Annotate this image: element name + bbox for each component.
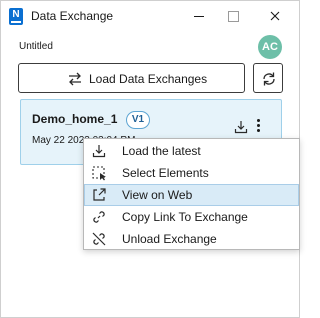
menu-item-view-on-web[interactable]: View on Web — [84, 184, 299, 206]
select-elements-icon — [92, 166, 106, 181]
menu-item-label: Load the latest — [122, 144, 201, 158]
menu-item-copy-link[interactable]: Copy Link To Exchange — [84, 206, 299, 228]
app-icon: N — [9, 8, 23, 25]
menu-item-label: Unload Exchange — [122, 232, 217, 246]
maximize-button[interactable] — [221, 6, 245, 26]
link-icon — [93, 211, 105, 223]
title-bar: N Data Exchange — [1, 1, 299, 31]
menu-item-select-elements[interactable]: Select Elements — [84, 162, 299, 184]
menu-item-label: Select Elements — [122, 166, 209, 180]
menu-item-label: View on Web — [122, 188, 193, 202]
exchange-name: Demo_home_1 — [32, 112, 118, 126]
menu-item-label: Copy Link To Exchange — [122, 210, 248, 224]
unlink-icon — [92, 232, 106, 246]
download-icon — [92, 145, 106, 158]
swap-arrows-icon — [69, 72, 81, 86]
user-avatar[interactable]: AC — [258, 35, 282, 59]
minimize-button[interactable] — [187, 6, 211, 26]
menu-item-load-latest[interactable]: Load the latest — [84, 140, 299, 162]
document-name: Untitled — [19, 41, 53, 52]
data-exchange-window: N Data Exchange Untitled AC Load Data Ex… — [0, 0, 300, 318]
close-button[interactable] — [263, 6, 287, 26]
load-data-exchanges-label: Load Data Exchanges — [89, 72, 208, 86]
context-menu: Load the latest Select Elements View on … — [83, 138, 300, 250]
menu-item-unload-exchange[interactable]: Unload Exchange — [84, 228, 299, 250]
more-vertical-icon[interactable] — [254, 118, 264, 134]
download-icon[interactable] — [234, 120, 248, 134]
window-title: Data Exchange — [31, 9, 114, 23]
app-icon-letter: N — [12, 9, 20, 20]
close-icon — [270, 11, 280, 21]
version-badge: V1 — [126, 111, 150, 129]
refresh-button[interactable] — [253, 63, 283, 93]
refresh-icon — [263, 72, 275, 86]
external-link-icon — [93, 188, 106, 201]
load-data-exchanges-button[interactable]: Load Data Exchanges — [18, 63, 245, 93]
